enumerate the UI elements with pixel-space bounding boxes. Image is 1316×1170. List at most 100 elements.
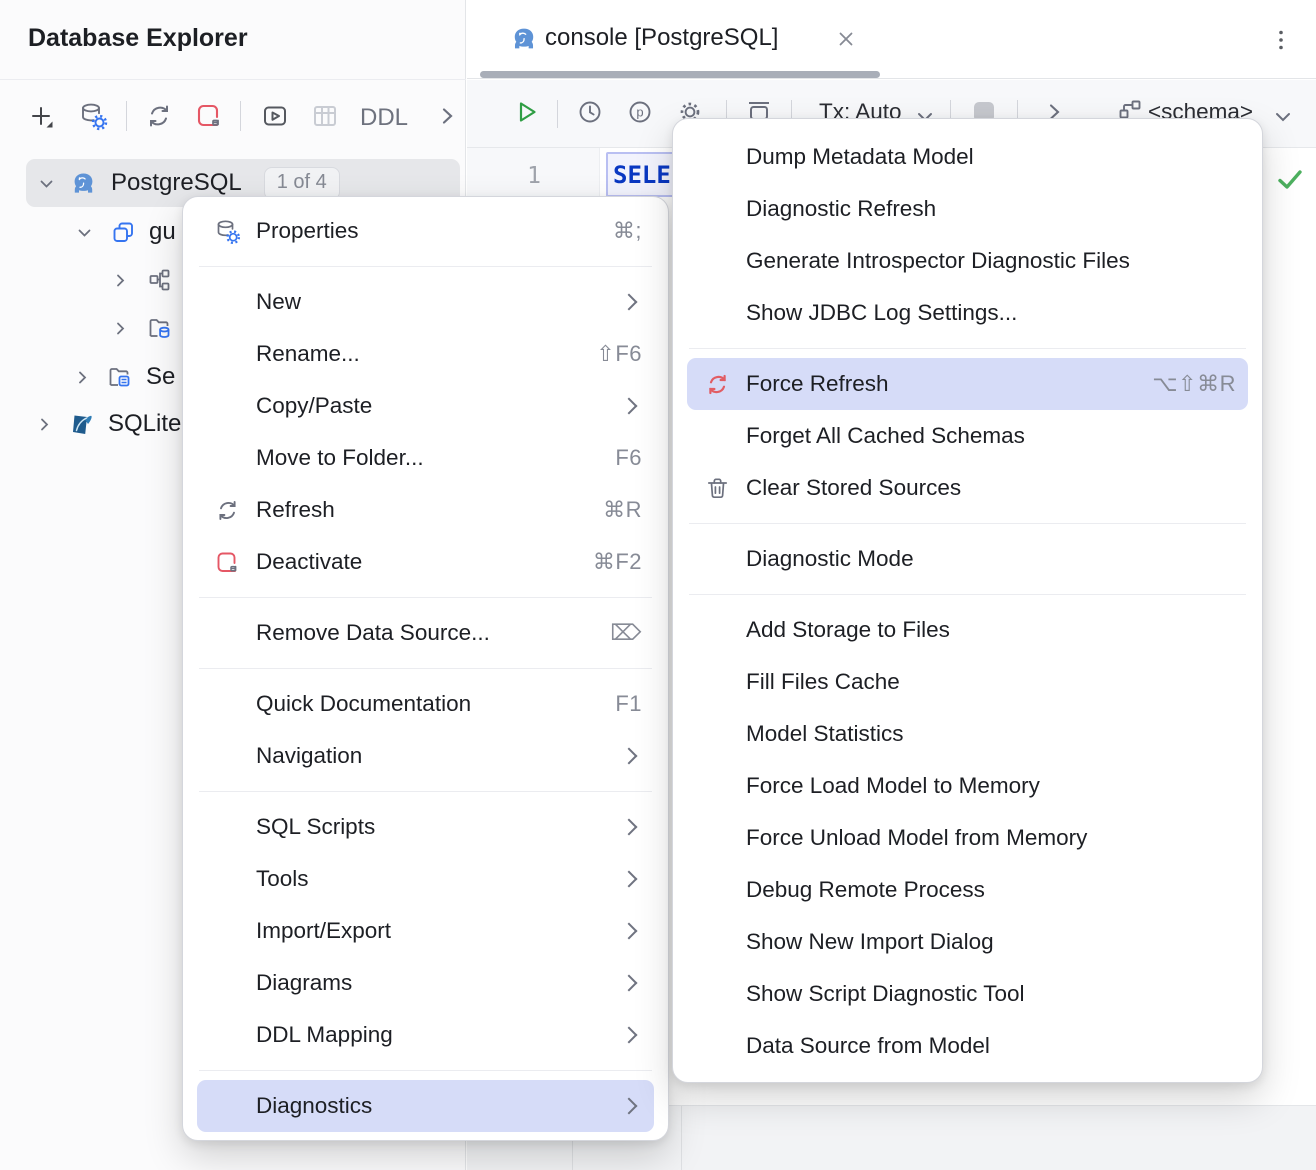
more-toolbar-button[interactable]: [432, 101, 462, 131]
rename-menu-item[interactable]: Rename... ⇧F6: [197, 328, 654, 380]
menu-item-label: Diagnostic Refresh: [746, 196, 936, 222]
tree-item-label: SQLite: [108, 410, 181, 438]
forget-all-cached-schemas-menu-item[interactable]: Forget All Cached Schemas: [687, 410, 1248, 462]
query-history-button[interactable]: [575, 97, 605, 127]
properties-menu-item[interactable]: Properties⌘;: [197, 205, 654, 257]
menu-item-label: Navigation: [256, 743, 362, 769]
run-play-icon: [512, 97, 542, 127]
refresh-icon: [205, 497, 256, 524]
add-datasource-button[interactable]: [26, 101, 56, 131]
diagnostics-submenu: Dump Metadata Model Diagnostic Refresh Gen…: [672, 118, 1263, 1083]
show-new-import-dialog-menu-item[interactable]: Show New Import Dialog: [687, 916, 1248, 968]
chevron-right-icon[interactable]: [112, 320, 129, 337]
count-badge: 1 of 4: [264, 167, 340, 200]
refresh-button[interactable]: [144, 101, 174, 131]
new-menu-item[interactable]: New: [197, 276, 654, 328]
menu-item-label: Deactivate: [256, 549, 362, 575]
datasource-properties-button[interactable]: [78, 101, 108, 131]
refresh-icon: [144, 101, 174, 131]
kebab-menu-icon: [1267, 26, 1295, 54]
menu-item-label: Refresh: [256, 497, 335, 523]
folder-database-icon: [146, 315, 173, 342]
editor-options-button[interactable]: [1267, 26, 1295, 54]
chevron-down-icon[interactable]: [38, 175, 55, 192]
menu-item-label: Data Source from Model: [746, 1033, 990, 1059]
show-jdbc-log-settings-menu-item[interactable]: Show JDBC Log Settings...: [687, 287, 1248, 339]
menu-item-label: Forget All Cached Schemas: [746, 423, 1025, 449]
menu-item-label: Tools: [256, 866, 309, 892]
menu-item-label: Import/Export: [256, 918, 391, 944]
menu-item-label: Copy/Paste: [256, 393, 372, 419]
model-statistics-menu-item[interactable]: Model Statistics: [687, 708, 1248, 760]
chevron-down-icon[interactable]: [76, 224, 93, 241]
line-number: 1: [527, 163, 541, 189]
inspection-ok-icon[interactable]: [1275, 164, 1305, 194]
editor-tab-bar: console [PostgreSQL]: [467, 0, 1316, 79]
diagrams-menu-item[interactable]: Diagrams: [197, 957, 654, 1009]
chevron-right-icon[interactable]: [112, 272, 129, 289]
tree-item-label: PostgreSQL: [111, 169, 242, 197]
menu-item-label: SQL Scripts: [256, 814, 375, 840]
ddl-mapping-menu-item[interactable]: DDL Mapping: [197, 1009, 654, 1061]
sql-keyword: SELE: [613, 161, 671, 189]
table-view-button[interactable]: [310, 101, 340, 131]
chevron-right-icon[interactable]: [36, 416, 53, 433]
data-source-from-model-menu-item[interactable]: Data Source from Model: [687, 1020, 1248, 1072]
query-parameters-button[interactable]: p: [625, 97, 655, 127]
menu-item-shortcut: ⌥⇧⌘R: [1152, 371, 1236, 397]
run-button[interactable]: [512, 97, 542, 127]
show-script-diagnostic-tool-menu-item[interactable]: Show Script Diagnostic Tool: [687, 968, 1248, 1020]
submenu-arrow-icon: [621, 923, 638, 940]
menu-item-label: Properties: [256, 218, 359, 244]
jump-to-console-button[interactable]: [260, 101, 290, 131]
deactivate-icon: [205, 549, 256, 576]
circled-p-icon: p: [625, 97, 655, 127]
copy-paste-menu-item[interactable]: Copy/Paste: [197, 380, 654, 432]
fill-files-cache-menu-item[interactable]: Fill Files Cache: [687, 656, 1248, 708]
diagnostic-refresh-menu-item[interactable]: Diagnostic Refresh: [687, 183, 1248, 235]
move-to-folder-menu-item[interactable]: Move to Folder...F6: [197, 432, 654, 484]
database-gear-icon: [78, 101, 108, 131]
menu-separator: [689, 523, 1246, 524]
chevron-right-icon[interactable]: [74, 369, 91, 386]
force-unload-model-from-memory-menu-item[interactable]: Force Unload Model from Memory: [687, 812, 1248, 864]
submenu-arrow-icon: [621, 294, 638, 311]
debug-remote-process-menu-item[interactable]: Debug Remote Process: [687, 864, 1248, 916]
toolbar-separator: [557, 100, 558, 128]
refresh-menu-item[interactable]: Refresh⌘R: [197, 484, 654, 536]
diagnostics-menu-item[interactable]: Diagnostics: [197, 1080, 654, 1132]
force-load-model-to-memory-menu-item[interactable]: Force Load Model to Memory: [687, 760, 1248, 812]
tools-menu-item[interactable]: Tools: [197, 853, 654, 905]
deactivate-button[interactable]: [194, 101, 224, 131]
force-refresh-menu-item[interactable]: Force Refresh⌥⇧⌘R: [687, 358, 1248, 410]
clear-stored-sources-menu-item[interactable]: Clear Stored Sources: [687, 462, 1248, 514]
menu-item-label: Show JDBC Log Settings...: [746, 300, 1017, 326]
generate-introspector-diagnostic-files-menu-item[interactable]: Generate Introspector Diagnostic Files: [687, 235, 1248, 287]
tab-console-postgresql[interactable]: console [PostgreSQL]: [545, 24, 778, 52]
tree-item-label: gu: [149, 218, 176, 246]
ddl-button[interactable]: DDL: [360, 104, 408, 132]
chevron-down-icon[interactable]: [1268, 102, 1298, 132]
menu-item-label: Remove Data Source...: [256, 620, 490, 646]
submenu-arrow-icon: [621, 871, 638, 888]
menu-item-shortcut: ⇧F6: [596, 341, 642, 367]
import-export-menu-item[interactable]: Import/Export: [197, 905, 654, 957]
dump-metadata-model-menu-item[interactable]: Dump Metadata Model: [687, 131, 1248, 183]
menu-item-label: Rename...: [256, 341, 360, 367]
navigation-menu-item[interactable]: Navigation: [197, 730, 654, 782]
active-tab-indicator: [480, 71, 880, 78]
deactivate-menu-item[interactable]: Deactivate⌘F2: [197, 536, 654, 588]
quick-documentation-menu-item[interactable]: Quick DocumentationF1: [197, 678, 654, 730]
add-storage-to-files-menu-item[interactable]: Add Storage to Files: [687, 604, 1248, 656]
remove-data-source-menu-item[interactable]: Remove Data Source...⌦: [197, 607, 654, 659]
svg-text:p: p: [636, 104, 643, 119]
menu-item-label: Dump Metadata Model: [746, 144, 974, 170]
menu-separator: [199, 597, 652, 598]
diagnostic-mode-menu-item[interactable]: Diagnostic Mode: [687, 533, 1248, 585]
menu-separator: [199, 1070, 652, 1071]
close-tab-button[interactable]: [835, 28, 857, 50]
submenu-arrow-icon: [621, 398, 638, 415]
submenu-arrow-icon: [621, 1098, 638, 1115]
menu-item-label: Clear Stored Sources: [746, 475, 961, 501]
sql-scripts-menu-item[interactable]: SQL Scripts: [197, 801, 654, 853]
